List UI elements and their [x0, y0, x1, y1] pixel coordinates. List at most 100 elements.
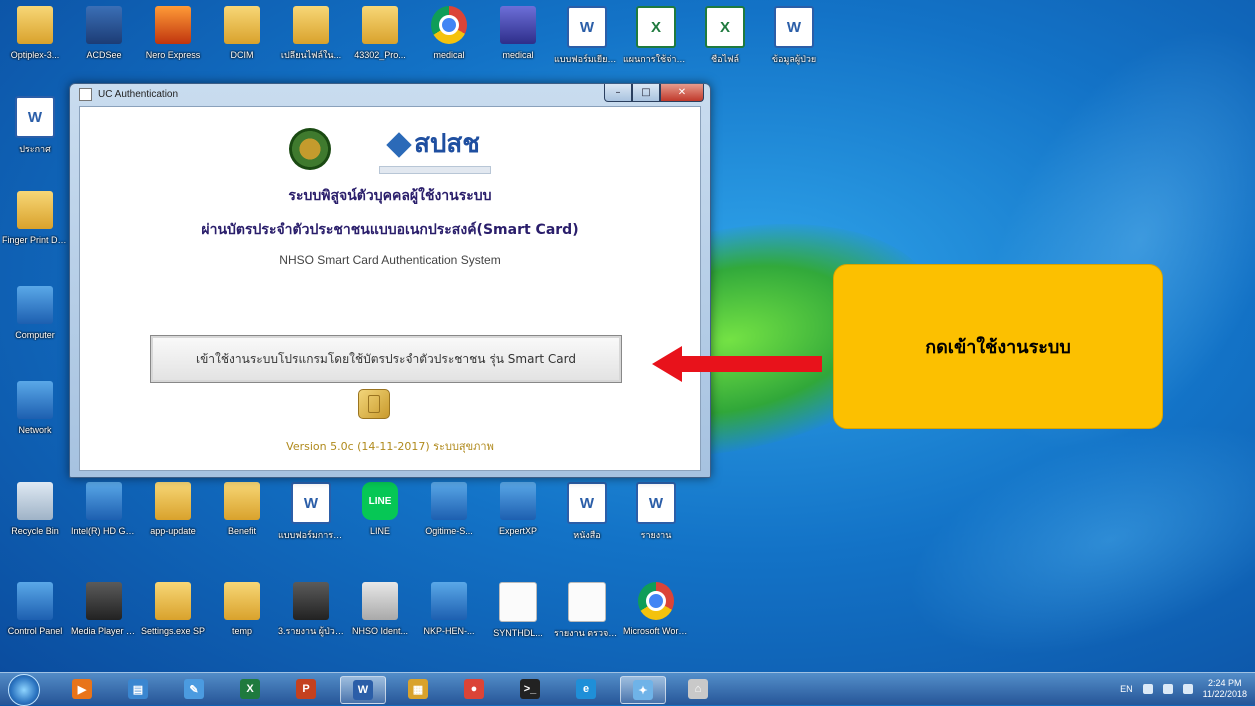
desktop-icon[interactable]: temp: [211, 582, 273, 654]
desktop-icon[interactable]: ACDSee: [73, 6, 135, 78]
desktop-icon-label: แผนการใช้จ่าย...: [623, 54, 689, 64]
desktop-icon-label: Computer: [15, 330, 55, 340]
word-icon: W: [636, 482, 676, 524]
desktop-icon[interactable]: Finger Print Driver: [2, 191, 68, 263]
desktop-icon-label: ประกาศ: [19, 144, 51, 154]
word-icon: W: [353, 680, 373, 700]
desktop-icon[interactable]: Recycle Bin: [4, 482, 66, 554]
network-icon: [431, 482, 467, 520]
desktop-icon[interactable]: W แบบฟอร์มการ ตรวจสอบ: [278, 482, 344, 554]
nero-icon: [155, 6, 191, 44]
network-icon: [17, 381, 53, 419]
flag-icon[interactable]: [1142, 684, 1153, 694]
red-arrow-icon: [652, 346, 822, 382]
desktop-icon[interactable]: DCIM: [211, 6, 273, 78]
desktop-icon[interactable]: SYNTHDL...: [487, 582, 549, 654]
minimize-button[interactable]: –: [604, 84, 632, 102]
excel-icon: X: [636, 6, 676, 48]
desktop-icon[interactable]: Settings.exe SP: [140, 582, 206, 654]
language-indicator[interactable]: EN: [1120, 684, 1133, 694]
taskbar-button[interactable]: ✦: [620, 676, 666, 704]
desktop-icon-label: ACDSee: [86, 50, 122, 60]
close-button[interactable]: ✕: [660, 84, 704, 102]
desktop-icon[interactable]: NHSO Ident...: [349, 582, 411, 654]
taskbar-button[interactable]: ▦: [396, 676, 440, 702]
desktop-icon[interactable]: Computer: [4, 286, 66, 358]
desktop-icon[interactable]: Control Panel: [4, 582, 66, 654]
taskbar-button[interactable]: ⌂: [676, 676, 720, 702]
folder-icon: [224, 6, 260, 44]
taskbar-button[interactable]: W: [340, 676, 386, 704]
desktop-icon[interactable]: medical: [487, 6, 549, 78]
desktop-icon-label: Settings.exe SP: [140, 626, 206, 636]
desktop-icon-label: SYNTHDL...: [493, 628, 543, 638]
desktop-icon[interactable]: 43302_Pro...: [349, 6, 411, 78]
taskbar-button[interactable]: X: [228, 676, 272, 702]
desktop-icon[interactable]: W แบบฟอร์มเยี่ยม...: [554, 6, 620, 78]
chrome-icon: ●: [464, 679, 484, 699]
desktop-icon[interactable]: เปลี่ยนไฟล์ใน...: [280, 6, 342, 78]
desktop-icon[interactable]: Intel(R) HD Graphics...: [71, 482, 137, 554]
desktop-icon-label: Network: [18, 425, 52, 435]
app-icon: [293, 582, 329, 620]
start-button[interactable]: [8, 674, 40, 706]
desktop-icon[interactable]: Nero Express: [142, 6, 204, 78]
desktop-icon[interactable]: X แผนการใช้จ่าย...: [623, 6, 689, 78]
media-player-icon: [86, 582, 122, 620]
nhso-logo-text: สปสช: [414, 129, 480, 159]
taskbar-button[interactable]: ●: [452, 676, 496, 702]
desktop-icon-label: แบบฟอร์มการ ตรวจสอบ: [278, 530, 344, 540]
desktop-icon[interactable]: W หนังสือ: [556, 482, 618, 554]
window-title: UC Authentication: [98, 88, 179, 100]
desktop-icon[interactable]: app-update: [142, 482, 204, 554]
desktop-icon[interactable]: 3.รายงาน ผู้ป่วยใน...: [278, 582, 344, 654]
file-icon: [499, 582, 537, 622]
desktop-icon[interactable]: W รายงาน: [625, 482, 687, 554]
word-icon: W: [567, 6, 607, 48]
folder-icon: [17, 6, 53, 44]
taskbar: ▶ ▤ ✎ X P W ▦ ● >_ e ✦ ⌂ EN 2:24 PM 11/22/2018: [0, 672, 1255, 706]
network-tray-icon[interactable]: [1162, 684, 1173, 694]
desktop-icon-label: app-update: [150, 526, 196, 536]
desktop-icon-label: Intel(R) HD Graphics...: [71, 526, 137, 536]
taskbar-button[interactable]: >_: [508, 676, 552, 702]
desktop-icon-label: medical: [502, 50, 534, 60]
desktop-icon-label: Optiplex-3...: [10, 50, 60, 60]
control-panel-icon: [17, 582, 53, 620]
window-app-icon: [79, 87, 92, 101]
clock[interactable]: 2:24 PM 11/22/2018: [1203, 678, 1247, 700]
taskbar-button[interactable]: ▤: [116, 676, 160, 702]
taskbar-button[interactable]: P: [284, 676, 328, 702]
desktop-icon-label: รายงาน ตรวจสอบ: [554, 628, 620, 638]
desktop-icon-label: temp: [231, 626, 252, 636]
desktop-icon[interactable]: W ข้อมูลผู้ป่วย: [763, 6, 825, 78]
desktop-icon[interactable]: medical: [418, 6, 480, 78]
computer-icon: [17, 286, 53, 324]
desktop-icon[interactable]: รายงาน ตรวจสอบ: [554, 582, 620, 654]
nhso-cross-icon: [386, 131, 412, 158]
desktop-icon[interactable]: NKP-HEN-...: [418, 582, 480, 654]
desktop-icon[interactable]: LINE LINE: [349, 482, 411, 554]
desktop-icon[interactable]: Optiplex-3...: [4, 6, 66, 78]
taskbar-button[interactable]: e: [564, 676, 608, 702]
folder-icon: ▦: [408, 679, 428, 699]
clock-date: 11/22/2018: [1202, 689, 1247, 699]
moph-logo-icon: [289, 127, 331, 170]
desktop-icon[interactable]: Media Player Classic: [71, 582, 137, 654]
taskbar-button[interactable]: ▶: [60, 676, 104, 702]
desktop-icon[interactable]: X ชื่อไฟล์: [694, 6, 756, 78]
desktop-icon[interactable]: Microsoft Word(2010): [623, 582, 689, 654]
smartcard-login-button[interactable]: เข้าใช้งานระบบโปรแกรมโดยใช้บัตรประจำตัวป…: [150, 335, 622, 383]
desktop-icon[interactable]: ExpertXP: [487, 482, 549, 554]
english-title: NHSO Smart Card Authentication System: [279, 253, 501, 267]
window-titlebar[interactable]: UC Authentication – □ ✕: [70, 84, 710, 104]
maximize-button[interactable]: □: [632, 84, 660, 102]
desktop-icon[interactable]: Network: [4, 381, 66, 453]
volume-icon[interactable]: [1182, 684, 1193, 694]
desktop-icon-label: medical: [433, 50, 465, 60]
desktop-icon[interactable]: Ogitime-S...: [418, 482, 480, 554]
smart-card-app-icon: ⌂: [688, 679, 708, 699]
desktop-icon[interactable]: Benefit: [211, 482, 273, 554]
desktop-icon[interactable]: W ประกาศ: [4, 96, 66, 168]
taskbar-button[interactable]: ✎: [172, 676, 216, 702]
